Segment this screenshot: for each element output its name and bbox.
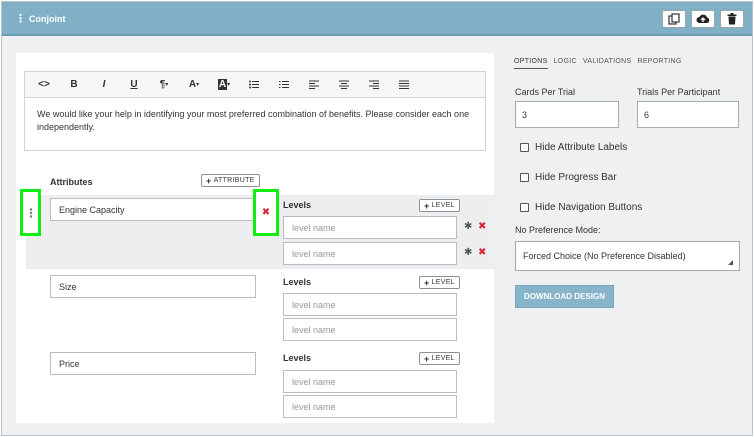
no-preference-mode-label: No Preference Mode: bbox=[515, 225, 601, 235]
attribute-name-input[interactable]: Price bbox=[50, 352, 256, 375]
checkbox-label: Hide Navigation Buttons bbox=[535, 202, 643, 213]
copy-button[interactable] bbox=[662, 10, 686, 28]
question-title: Conjoint bbox=[29, 14, 66, 24]
align-left-icon bbox=[309, 80, 319, 89]
level-name-input[interactable]: level name bbox=[283, 216, 457, 239]
align-center-icon bbox=[339, 80, 349, 89]
italic-button[interactable]: I bbox=[89, 72, 119, 98]
list-ol-icon bbox=[279, 81, 289, 88]
options-panel: OPTIONS LOGIC VALIDATIONS REPORTING Card… bbox=[502, 53, 746, 423]
options-tabs: OPTIONS LOGIC VALIDATIONS REPORTING bbox=[514, 58, 688, 69]
trials-per-participant-label: Trials Per Participant bbox=[637, 87, 721, 97]
level-name-input[interactable]: level name bbox=[283, 293, 457, 316]
delete-question-button[interactable] bbox=[720, 10, 744, 28]
save-cloud-button[interactable] bbox=[691, 10, 715, 28]
align-center-button[interactable] bbox=[329, 72, 359, 98]
list-ul-icon bbox=[249, 80, 259, 89]
trash-icon bbox=[727, 13, 737, 25]
copy-icon bbox=[668, 13, 680, 25]
add-level-button[interactable]: + LEVEL bbox=[419, 276, 460, 289]
hide-progress-bar-option[interactable]: Hide Progress Bar bbox=[520, 172, 617, 183]
levels-heading: Levels bbox=[283, 277, 312, 287]
levels-heading: Levels bbox=[283, 353, 312, 363]
no-preference-mode-select[interactable]: Forced Choice (No Preference Disabled) bbox=[515, 241, 740, 271]
tab-logic[interactable]: LOGIC bbox=[554, 58, 577, 69]
attributes-heading: Attributes bbox=[50, 177, 93, 187]
remove-level-icon[interactable]: ✖ bbox=[478, 221, 486, 232]
hide-attribute-labels-option[interactable]: Hide Attribute Labels bbox=[520, 142, 627, 153]
caret-icon bbox=[728, 260, 733, 265]
checkbox[interactable] bbox=[520, 203, 529, 212]
levels-heading: Levels bbox=[283, 200, 312, 210]
gear-icon[interactable]: ✱ bbox=[464, 221, 472, 232]
cards-per-trial-label: Cards Per Trial bbox=[515, 87, 576, 97]
add-level-label: LEVEL bbox=[431, 355, 455, 362]
justify-icon bbox=[399, 80, 409, 89]
remove-level-icon[interactable]: ✖ bbox=[478, 247, 486, 258]
add-attribute-label: ATTRIBUTE bbox=[213, 177, 255, 184]
attribute-name-input[interactable]: Engine Capacity bbox=[50, 198, 256, 221]
tab-reporting[interactable]: REPORTING bbox=[637, 58, 681, 69]
add-level-button[interactable]: + LEVEL bbox=[419, 352, 460, 365]
checkbox[interactable] bbox=[520, 173, 529, 182]
plus-icon: + bbox=[424, 277, 430, 288]
add-level-label: LEVEL bbox=[431, 279, 455, 286]
editor-toolbar: <> B I U ¶ ▾ A ▾ A ▾ bbox=[25, 72, 485, 98]
level-name-input[interactable]: level name bbox=[283, 395, 457, 418]
underline-button[interactable]: U bbox=[119, 72, 149, 98]
remove-attribute-button[interactable]: ✖ bbox=[253, 189, 279, 236]
align-right-button[interactable] bbox=[359, 72, 389, 98]
align-right-icon bbox=[369, 80, 379, 89]
gear-icon[interactable]: ✱ bbox=[464, 247, 472, 258]
code-view-button[interactable]: <> bbox=[29, 72, 59, 98]
plus-icon: + bbox=[206, 175, 212, 186]
cards-per-trial-input[interactable]: 3 bbox=[515, 101, 619, 128]
no-preference-mode-value: Forced Choice (No Preference Disabled) bbox=[523, 251, 686, 261]
conjoint-question-card: ⋮ Conjoint <> B I U ¶ ▾ A ▾ A ▾ We would… bbox=[1, 1, 753, 436]
background-color-button[interactable]: A ▾ bbox=[209, 72, 239, 98]
justify-button[interactable] bbox=[389, 72, 419, 98]
drag-dots-icon bbox=[29, 207, 32, 218]
hide-navigation-buttons-option[interactable]: Hide Navigation Buttons bbox=[520, 202, 642, 213]
question-header: ⋮ Conjoint bbox=[2, 2, 752, 36]
rich-text-editor: <> B I U ¶ ▾ A ▾ A ▾ We would like your … bbox=[24, 71, 486, 151]
align-left-button[interactable] bbox=[299, 72, 329, 98]
trials-per-participant-input[interactable]: 6 bbox=[637, 101, 739, 128]
bold-button[interactable]: B bbox=[59, 72, 89, 98]
paragraph-format-button[interactable]: ¶ ▾ bbox=[149, 72, 179, 98]
font-color-button[interactable]: A ▾ bbox=[179, 72, 209, 98]
question-text[interactable]: We would like your help in identifying y… bbox=[25, 98, 485, 144]
level-name-input[interactable]: level name bbox=[283, 242, 457, 265]
download-design-button[interactable]: DOWNLOAD DESIGN bbox=[515, 285, 614, 308]
attribute-name-input[interactable]: Size bbox=[50, 275, 256, 298]
question-editor-panel: <> B I U ¶ ▾ A ▾ A ▾ We would like your … bbox=[16, 53, 494, 423]
add-attribute-button[interactable]: + ATTRIBUTE bbox=[201, 174, 260, 187]
cloud-upload-icon bbox=[696, 14, 710, 23]
tab-validations[interactable]: VALIDATIONS bbox=[583, 58, 632, 69]
attribute-drag-handle[interactable] bbox=[20, 189, 41, 236]
bullet-list-button[interactable] bbox=[239, 72, 269, 98]
tab-options[interactable]: OPTIONS bbox=[514, 58, 548, 69]
font-color-icon: A bbox=[188, 79, 197, 90]
numbered-list-button[interactable] bbox=[269, 72, 299, 98]
drag-handle-icon[interactable]: ⋮ bbox=[15, 12, 26, 25]
add-level-button[interactable]: + LEVEL bbox=[419, 199, 460, 212]
background-color-icon: A bbox=[217, 79, 228, 90]
plus-icon: + bbox=[424, 200, 430, 211]
close-icon: ✖ bbox=[261, 207, 271, 218]
checkbox-label: Hide Attribute Labels bbox=[535, 142, 628, 153]
add-level-label: LEVEL bbox=[431, 202, 455, 209]
level-name-input[interactable]: level name bbox=[283, 370, 457, 393]
checkbox-label: Hide Progress Bar bbox=[535, 172, 617, 183]
plus-icon: + bbox=[424, 353, 430, 364]
level-name-input[interactable]: level name bbox=[283, 318, 457, 341]
checkbox[interactable] bbox=[520, 143, 529, 152]
